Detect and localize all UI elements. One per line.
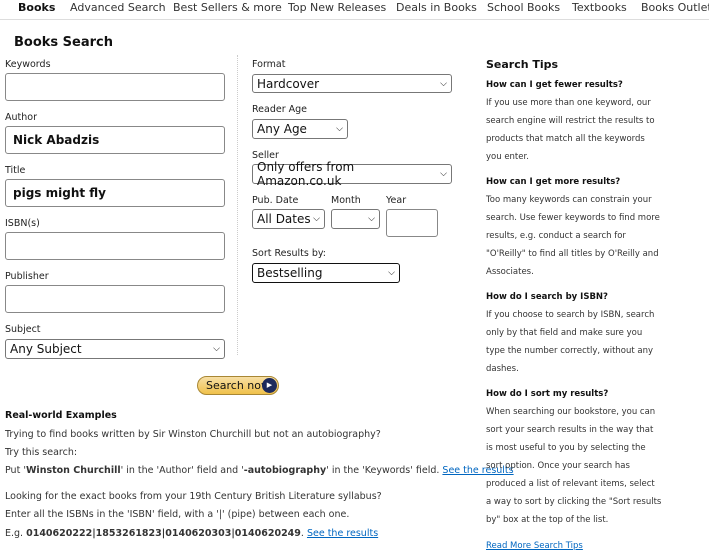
nav-school-books[interactable]: School Books — [487, 1, 560, 14]
author-input[interactable]: Nick Abadzis — [5, 126, 225, 154]
isbn-example: 0140620222|1853261823|0140620303|0140620… — [26, 528, 301, 539]
subject-value: Any Subject — [10, 342, 82, 356]
chevron-down-icon: ⌵ — [336, 124, 343, 134]
seller-select[interactable]: Only offers from Amazon.co.uk ⌵ — [252, 160, 452, 188]
sort-value: Bestselling — [257, 266, 323, 280]
tip-text-line: you enter. — [486, 152, 529, 162]
year-label: Year — [386, 195, 407, 206]
title-label: Title — [5, 165, 26, 176]
nav-books-outlet[interactable]: Books Outlet — [641, 1, 709, 14]
nav-books[interactable]: Books — [18, 1, 55, 14]
example-1-instruction: Put 'Winston Churchill' in the 'Author' … — [5, 465, 514, 476]
subject-label: Subject — [5, 324, 41, 335]
tip-text-line: If you choose to search by ISBN, search — [486, 310, 655, 320]
tip-text-line: a way to sort by clicking the "Sort resu… — [486, 497, 662, 507]
tip-text-line: by" box at the top of the list. — [486, 515, 609, 525]
month-label: Month — [331, 195, 361, 206]
text: Put ' — [5, 465, 26, 476]
examples-heading: Real-world Examples — [5, 410, 117, 421]
keyword-example: -autobiography — [243, 465, 327, 476]
format-value: Hardcover — [257, 76, 320, 91]
author-example: Winston Churchill — [25, 465, 121, 476]
column-divider — [237, 55, 238, 355]
nav-top-new-releases[interactable]: Top New Releases — [288, 1, 386, 14]
text: ' in the 'Keywords' field. — [326, 465, 443, 476]
books-nav-bar: Books Advanced Search Best Sellers & mor… — [0, 0, 709, 20]
publisher-input[interactable] — [5, 285, 225, 313]
nav-deals-in-books[interactable]: Deals in Books — [396, 1, 477, 14]
nav-advanced-search[interactable]: Advanced Search — [70, 1, 166, 14]
search-now-button[interactable]: Search now ▶ — [197, 376, 279, 395]
sort-label: Sort Results by: — [252, 248, 326, 259]
title-input[interactable]: pigs might fly — [5, 179, 225, 207]
tip-text-line: When searching our bookstore, you can — [486, 407, 656, 417]
tip-text-line: search engine will restrict the results … — [486, 116, 655, 126]
tip-question: How can I get fewer results? — [486, 80, 623, 90]
tip-text-line: products that match all the keywords — [486, 134, 645, 144]
page-title: Books Search — [14, 35, 114, 50]
play-arrow-icon: ▶ — [262, 378, 277, 393]
example-2-instruction: E.g. 0140620222|1853261823|0140620303|01… — [5, 528, 378, 539]
text: ' in the 'Author' field and ' — [120, 465, 244, 476]
tip-text-line: Associates. — [486, 267, 534, 277]
tip-question: How do I sort my results? — [486, 389, 609, 399]
year-input[interactable] — [386, 209, 438, 237]
subject-select[interactable]: Any Subject ⌵ — [5, 339, 225, 359]
tip-text-line: search. Use fewer keywords to find more — [486, 213, 660, 223]
search-now-label: Search now — [206, 379, 270, 392]
seller-value: Only offers from Amazon.co.uk — [257, 160, 355, 188]
search-tips-heading: Search Tips — [486, 58, 559, 71]
chevron-down-icon: ⌵ — [368, 214, 375, 224]
tip-text-line: sort your search results in the way that — [486, 425, 654, 435]
tip-question: How do I search by ISBN? — [486, 292, 608, 302]
chevron-down-icon: ⌵ — [440, 169, 447, 179]
publisher-label: Publisher — [5, 271, 49, 282]
sort-select[interactable]: Bestselling ⌵ — [252, 263, 400, 283]
isbn-label: ISBN(s) — [5, 218, 40, 229]
tip-text-line: If you use more than one keyword, our — [486, 98, 651, 108]
tip-text-line: dashes. — [486, 364, 519, 374]
tip-text-line: produced a list of relevant items, selec… — [486, 479, 655, 489]
tip-text-line: type the number correctly, without any — [486, 346, 654, 356]
keywords-input[interactable] — [5, 73, 225, 101]
example-2-enter: Enter all the ISBNs in the 'ISBN' field,… — [5, 509, 350, 520]
example-1-question: Trying to find books written by Sir Wins… — [5, 429, 381, 440]
pub-date-value: All Dates — [257, 212, 311, 226]
keywords-label: Keywords — [5, 59, 51, 70]
tip-text-line: "O'Reilly" to find all titles by O'Reill… — [486, 249, 659, 259]
chevron-down-icon: ⌵ — [313, 214, 320, 224]
pub-date-select[interactable]: All Dates ⌵ — [252, 209, 325, 229]
pub-date-label: Pub. Date — [252, 195, 299, 206]
tip-text-line: Too many keywords can constrain your — [486, 195, 652, 205]
reader-age-value: Any Age — [257, 122, 307, 136]
example-1-try: Try this search: — [5, 447, 78, 458]
see-results-link-2[interactable]: See the results — [307, 528, 378, 539]
read-more-tips-link[interactable]: Read More Search Tips — [486, 541, 583, 551]
tip-text-line: results, e.g. conduct a search for — [486, 231, 626, 241]
chevron-down-icon: ⌵ — [440, 78, 447, 89]
chevron-down-icon: ⌵ — [388, 268, 395, 278]
isbn-input[interactable] — [5, 232, 225, 260]
example-2-question: Looking for the exact books from your 19… — [5, 491, 382, 502]
text: E.g. — [5, 528, 27, 539]
nav-best-sellers[interactable]: Best Sellers & more — [173, 1, 282, 14]
author-label: Author — [5, 112, 37, 123]
tip-text-line: is most useful to you by selecting the — [486, 443, 646, 453]
tip-text-line: sort option. Once your search has — [486, 461, 630, 471]
month-select[interactable]: ⌵ — [331, 209, 380, 229]
format-label: Format — [252, 59, 286, 70]
chevron-down-icon: ⌵ — [213, 344, 220, 354]
reader-age-label: Reader Age — [252, 104, 308, 115]
nav-textbooks[interactable]: Textbooks — [572, 1, 627, 14]
format-select[interactable]: Hardcover ⌵ — [252, 74, 452, 93]
tip-question: How can I get more results? — [486, 177, 621, 187]
tip-text-line: only by that field and make sure you — [486, 328, 643, 338]
reader-age-select[interactable]: Any Age ⌵ — [252, 119, 348, 139]
